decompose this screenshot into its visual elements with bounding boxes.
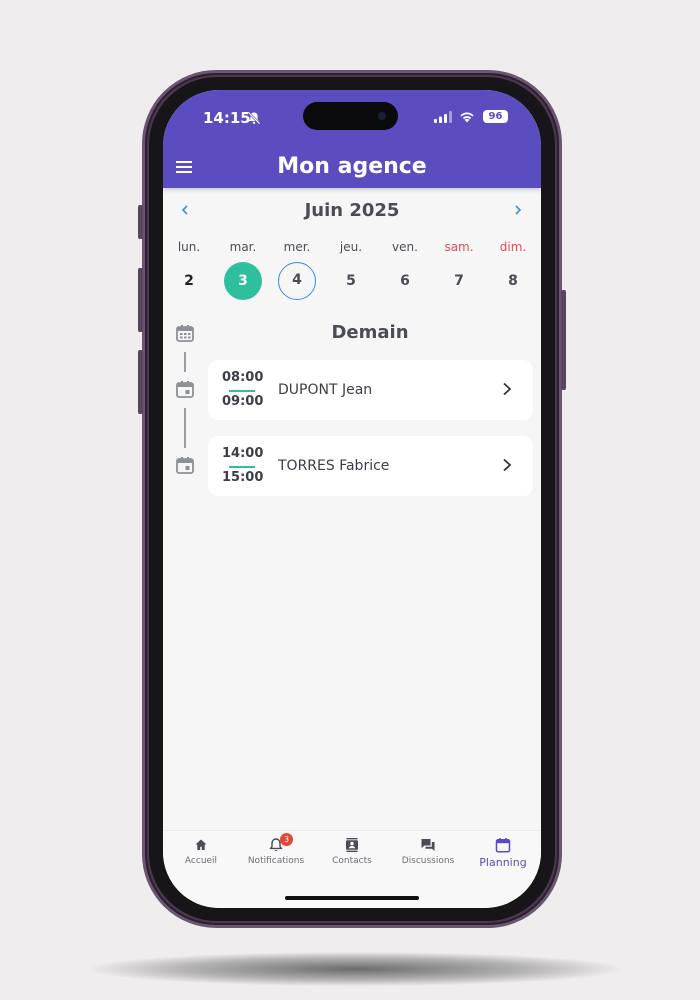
status-time: 14:15 <box>203 109 251 127</box>
camera-lens <box>378 112 386 120</box>
calendar-icon <box>495 838 511 853</box>
day-column-selected[interactable]: mar. 3 <box>221 240 265 300</box>
chevron-right-icon[interactable] <box>510 202 526 218</box>
phone-silent-switch <box>138 205 143 239</box>
page-title: Mon agence <box>277 154 427 179</box>
wifi-icon <box>460 112 474 123</box>
tab-label: Notifications <box>247 856 305 866</box>
tab-discussions[interactable]: Discussions <box>390 837 466 866</box>
day-name-weekend: dim. <box>499 240 527 254</box>
home-indicator[interactable] <box>285 896 419 900</box>
appointment-end-time: 09:00 <box>222 394 264 409</box>
day-column-today[interactable]: mer. 4 <box>275 240 319 300</box>
appointment-start-time: 08:00 <box>222 370 264 385</box>
day-number-selected[interactable]: 3 <box>224 262 262 300</box>
appointment-client-name: DUPONT Jean <box>278 382 373 398</box>
tab-notifications[interactable]: 3 Notifications <box>238 833 314 866</box>
tab-label: Contacts <box>332 856 372 866</box>
bell-off-icon <box>247 111 261 125</box>
calendar-grid-icon <box>176 325 194 342</box>
calendar-event-icon <box>176 381 194 398</box>
tab-label: Accueil <box>184 856 218 866</box>
day-number[interactable]: 7 <box>440 262 478 300</box>
day-column[interactable]: jeu. 5 <box>329 240 373 300</box>
timeline-connector <box>184 408 186 448</box>
tab-label: Planning <box>479 856 527 869</box>
day-number[interactable]: 6 <box>386 262 424 300</box>
day-number[interactable]: 8 <box>494 262 532 300</box>
day-column[interactable]: ven. 6 <box>383 240 427 300</box>
time-separator <box>229 390 255 392</box>
tab-planning[interactable]: Planning <box>465 837 541 869</box>
app-screen: 14:15 96 Mon agence Juin 2025 lun. 2 mar… <box>163 90 541 908</box>
timeline-connector <box>184 352 186 372</box>
chevron-right-icon[interactable] <box>501 458 513 472</box>
day-column-weekend[interactable]: sam. 7 <box>437 240 481 300</box>
day-name: mer. <box>283 240 311 254</box>
contacts-icon <box>346 838 358 852</box>
floor-shadow <box>90 952 620 986</box>
day-number[interactable]: 2 <box>170 262 208 300</box>
phone-power-button <box>561 290 566 390</box>
appointment-client-name: TORRES Fabrice <box>278 458 390 474</box>
day-number[interactable]: 5 <box>332 262 370 300</box>
day-column-weekend[interactable]: dim. 8 <box>491 240 535 300</box>
calendar-event-icon <box>176 457 194 474</box>
notification-badge: 3 <box>280 833 293 846</box>
phone-volume-up <box>138 268 143 332</box>
day-name: lun. <box>177 240 201 254</box>
day-name-weekend: sam. <box>444 240 474 254</box>
tab-accueil[interactable]: Accueil <box>163 837 239 866</box>
month-navigator: Juin 2025 <box>163 198 541 224</box>
day-name: jeu. <box>339 240 363 254</box>
time-separator <box>229 466 255 468</box>
phone-volume-down <box>138 350 143 414</box>
chat-icon <box>421 839 435 851</box>
tab-contacts[interactable]: Contacts <box>314 837 390 866</box>
day-column[interactable]: lun. 2 <box>167 240 211 300</box>
battery-indicator: 96 <box>483 110 508 123</box>
day-name: mar. <box>229 240 257 254</box>
app-header: 14:15 96 Mon agence <box>163 90 541 188</box>
day-name: ven. <box>392 240 418 254</box>
appointment-start-time: 14:00 <box>222 446 264 461</box>
appointment-end-time: 15:00 <box>222 470 264 485</box>
dynamic-island <box>303 102 398 130</box>
agenda-section-title: Demain <box>331 322 409 343</box>
signal-icon <box>434 111 452 123</box>
day-number-today[interactable]: 4 <box>278 262 316 300</box>
chevron-right-icon[interactable] <box>501 382 513 396</box>
month-label: Juin 2025 <box>304 200 400 221</box>
home-icon <box>195 839 207 850</box>
tab-label: Discussions <box>401 856 455 866</box>
appointment-card[interactable]: 14:00 15:00 TORRES Fabrice <box>208 436 533 496</box>
appointment-card[interactable]: 08:00 09:00 DUPONT Jean <box>208 360 533 420</box>
